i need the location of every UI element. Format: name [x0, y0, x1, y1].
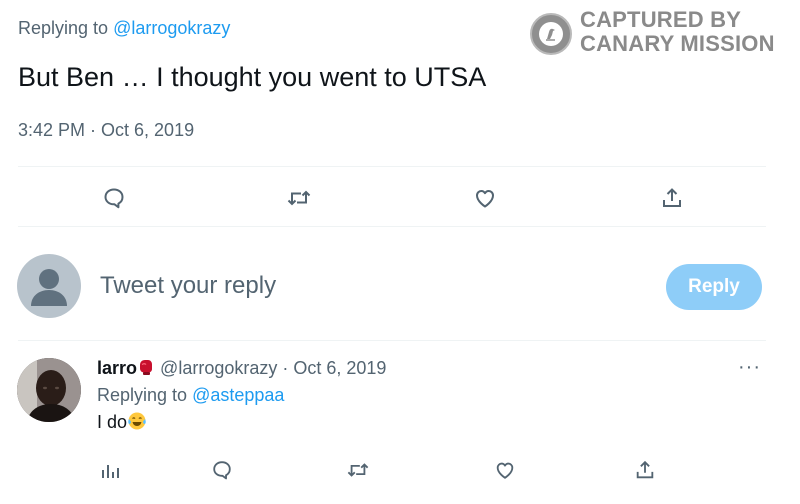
tweet-text: But Ben … I thought you went to UTSA: [18, 62, 487, 92]
replying-to-handle-link[interactable]: @larrogokrazy: [113, 18, 230, 38]
divider: [18, 166, 766, 167]
reply-submit-button[interactable]: Reply: [666, 264, 762, 310]
like-icon: [496, 462, 514, 479]
reply-replying-to-line: Replying to @asteppaa: [97, 385, 285, 405]
reply-header: larro @larrogokrazy · Oct 6, 2019: [97, 358, 777, 379]
retweet-button[interactable]: [281, 180, 317, 216]
canary-bird-icon: [539, 22, 563, 46]
default-user-icon: [31, 269, 67, 306]
tweet-timestamp[interactable]: 3:42 PM · Oct 6, 2019: [18, 120, 194, 141]
analytics-button[interactable]: [92, 452, 128, 488]
share-icon: [663, 188, 681, 207]
like-reply-button[interactable]: [487, 452, 523, 488]
divider: [18, 226, 766, 227]
divider: [18, 340, 766, 341]
reply-input-placeholder[interactable]: Tweet your reply: [100, 272, 276, 300]
like-button[interactable]: [467, 180, 503, 216]
reply-author-name[interactable]: larro: [97, 358, 137, 378]
retweet-icon: [347, 463, 369, 477]
like-icon: [476, 190, 494, 208]
retweet-icon: [287, 190, 311, 206]
reply-author-handle[interactable]: @larrogokrazy: [160, 358, 277, 378]
reply-text-line: I do: [97, 411, 777, 433]
reply-text: I do: [97, 412, 128, 432]
reply-date[interactable]: · Oct 6, 2019: [282, 358, 386, 378]
user-avatar[interactable]: [17, 358, 81, 422]
boxing-glove-icon: [137, 358, 155, 378]
watermark-text: CAPTURED BY CANARY MISSION: [580, 7, 775, 56]
replying-to-label: Replying to: [18, 18, 114, 38]
user-photo: [17, 358, 81, 422]
analytics-icon: [102, 465, 119, 478]
replying-to-line: Replying to @larrogokrazy: [18, 18, 230, 39]
default-avatar: [17, 254, 81, 318]
canary-mission-watermark: CAPTURED BY CANARY MISSION: [528, 8, 790, 58]
canary-seal-logo: [530, 13, 572, 55]
reply-tweet[interactable]: larro @larrogokrazy · Oct 6, 2019 Replyi…: [97, 358, 777, 433]
reply-icon: [213, 461, 231, 480]
share-button[interactable]: [654, 180, 690, 216]
reply-to-reply-button[interactable]: [204, 452, 240, 488]
tears-of-joy-emoji-icon: [127, 412, 147, 432]
share-reply-button[interactable]: [627, 452, 663, 488]
retweet-reply-button[interactable]: [340, 452, 376, 488]
reply-button[interactable]: [96, 180, 132, 216]
share-icon: [636, 460, 654, 479]
reply-icon: [104, 188, 124, 209]
more-options-icon[interactable]: ···: [738, 356, 761, 379]
reply-replying-to-handle[interactable]: @asteppaa: [192, 385, 284, 405]
